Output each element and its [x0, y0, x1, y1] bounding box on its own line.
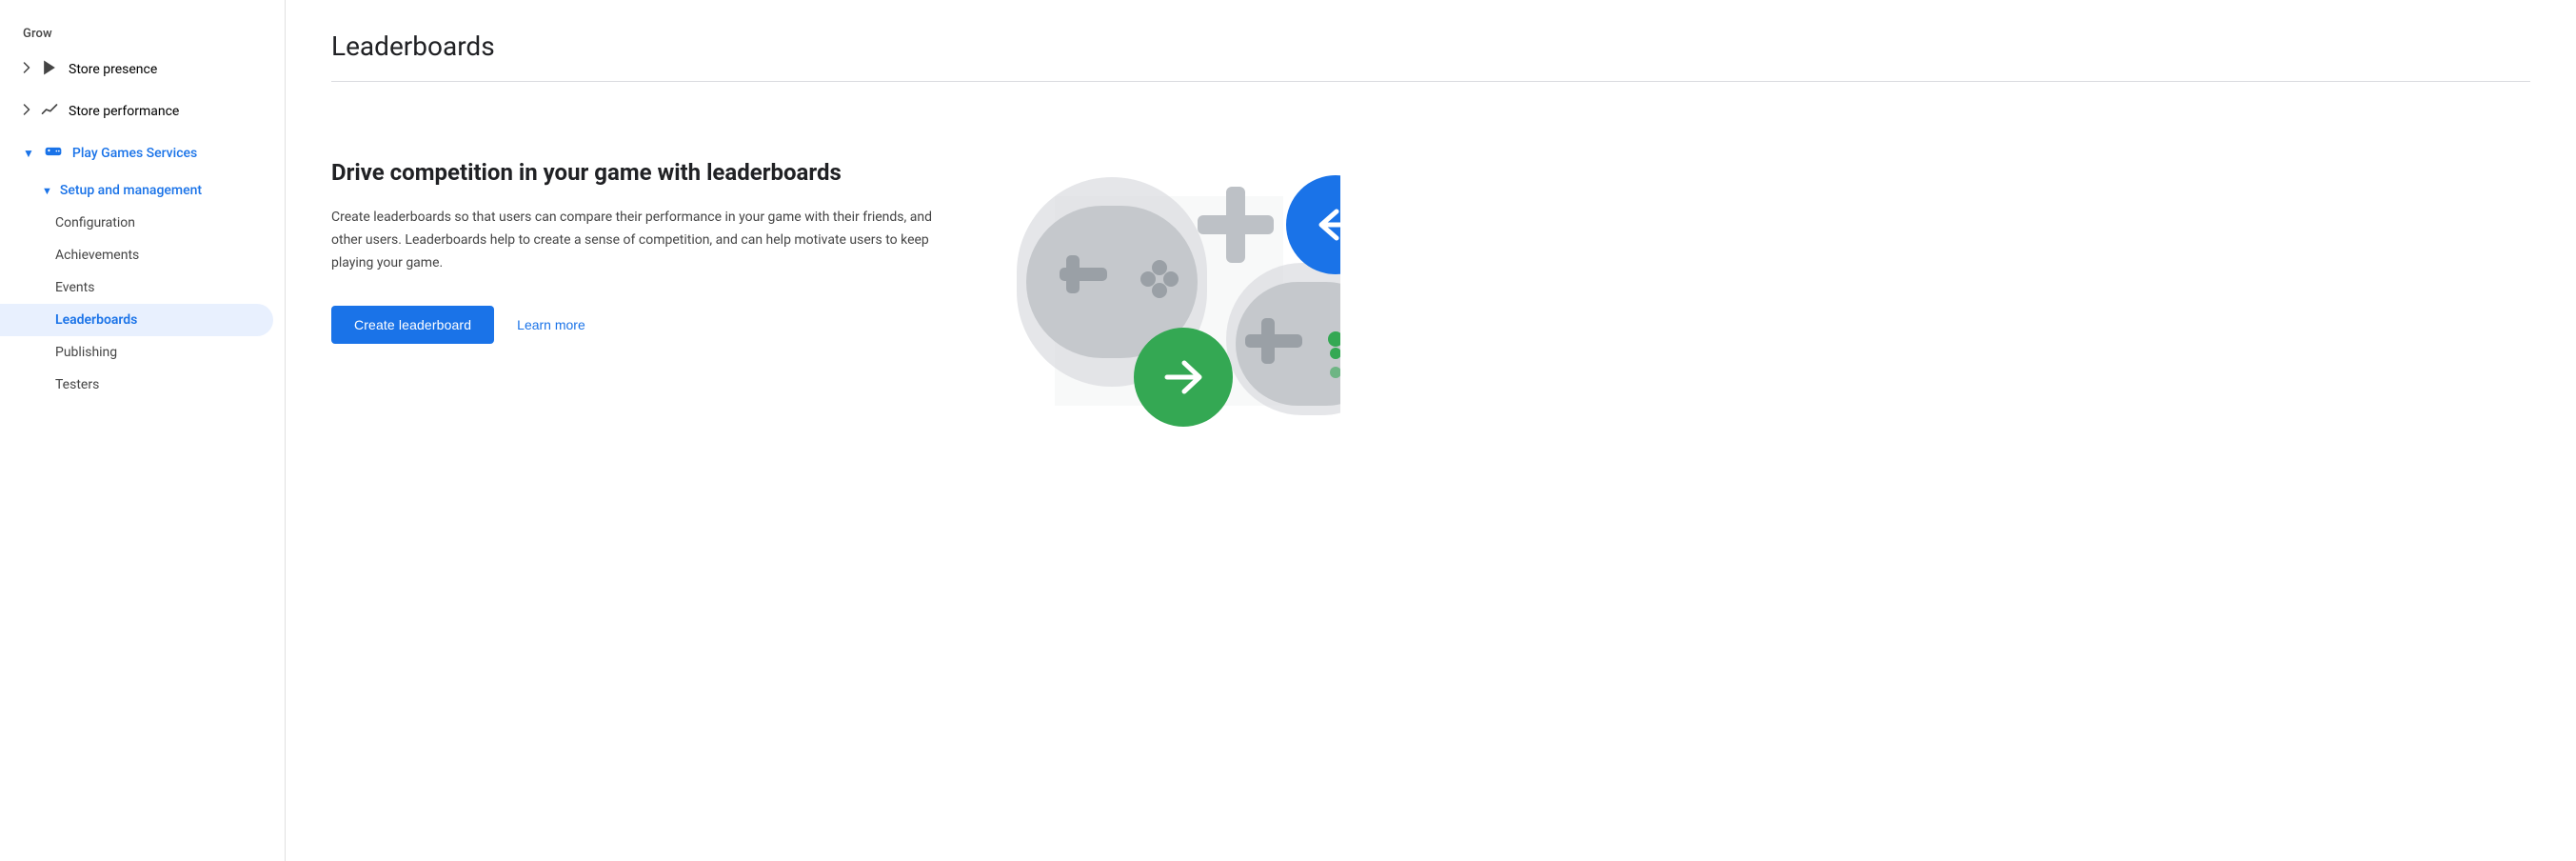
create-leaderboard-button[interactable]: Create leaderboard	[331, 306, 494, 344]
sidebar: Grow Store presence Store performance	[0, 0, 286, 861]
sidebar-item-store-performance[interactable]: Store performance	[0, 90, 273, 132]
divider	[331, 81, 2530, 82]
store-performance-icon	[40, 100, 59, 123]
sidebar-item-configuration[interactable]: Configuration	[0, 207, 273, 239]
illustration	[998, 120, 1340, 463]
sidebar-item-setup-management[interactable]: ▼ Setup and management	[0, 174, 273, 207]
chevron-down-icon-setup: ▼	[42, 185, 52, 197]
leaderboards-label: Leaderboards	[55, 312, 137, 328]
grow-section-label: Grow	[0, 19, 285, 49]
setup-management-label: Setup and management	[60, 183, 202, 198]
main-content: Leaderboards Drive competition in your g…	[286, 0, 2576, 861]
chevron-right-icon	[23, 62, 30, 77]
store-performance-label: Store performance	[69, 104, 179, 119]
page-title: Leaderboards	[331, 30, 2530, 62]
learn-more-button[interactable]: Learn more	[517, 317, 585, 332]
testers-label: Testers	[55, 377, 99, 392]
publishing-label: Publishing	[55, 345, 117, 360]
sidebar-item-publishing[interactable]: Publishing	[0, 336, 273, 369]
button-row: Create leaderboard Learn more	[331, 306, 960, 344]
events-label: Events	[55, 280, 94, 295]
play-games-services-label: Play Games Services	[72, 146, 197, 161]
sidebar-item-achievements[interactable]: Achievements	[0, 239, 273, 271]
content-text: Drive competition in your game with lead…	[331, 120, 960, 344]
game-illustration	[998, 120, 1340, 463]
sidebar-item-store-presence[interactable]: Store presence	[0, 49, 273, 90]
store-presence-icon	[40, 58, 59, 81]
content-area: Drive competition in your game with lead…	[331, 120, 2530, 463]
chevron-down-icon-pgs: ▼	[23, 147, 34, 160]
sidebar-item-testers[interactable]: Testers	[0, 369, 273, 401]
content-body: Create leaderboards so that users can co…	[331, 207, 960, 274]
store-presence-label: Store presence	[69, 62, 157, 77]
content-headline: Drive competition in your game with lead…	[331, 158, 960, 188]
configuration-label: Configuration	[55, 215, 135, 230]
achievements-label: Achievements	[55, 248, 139, 263]
play-games-icon	[44, 142, 63, 165]
sidebar-item-leaderboards[interactable]: Leaderboards	[0, 304, 273, 336]
chevron-right-icon-perf	[23, 104, 30, 119]
sidebar-item-events[interactable]: Events	[0, 271, 273, 304]
sidebar-item-play-games-services[interactable]: ▼ Play Games Services	[0, 132, 273, 174]
